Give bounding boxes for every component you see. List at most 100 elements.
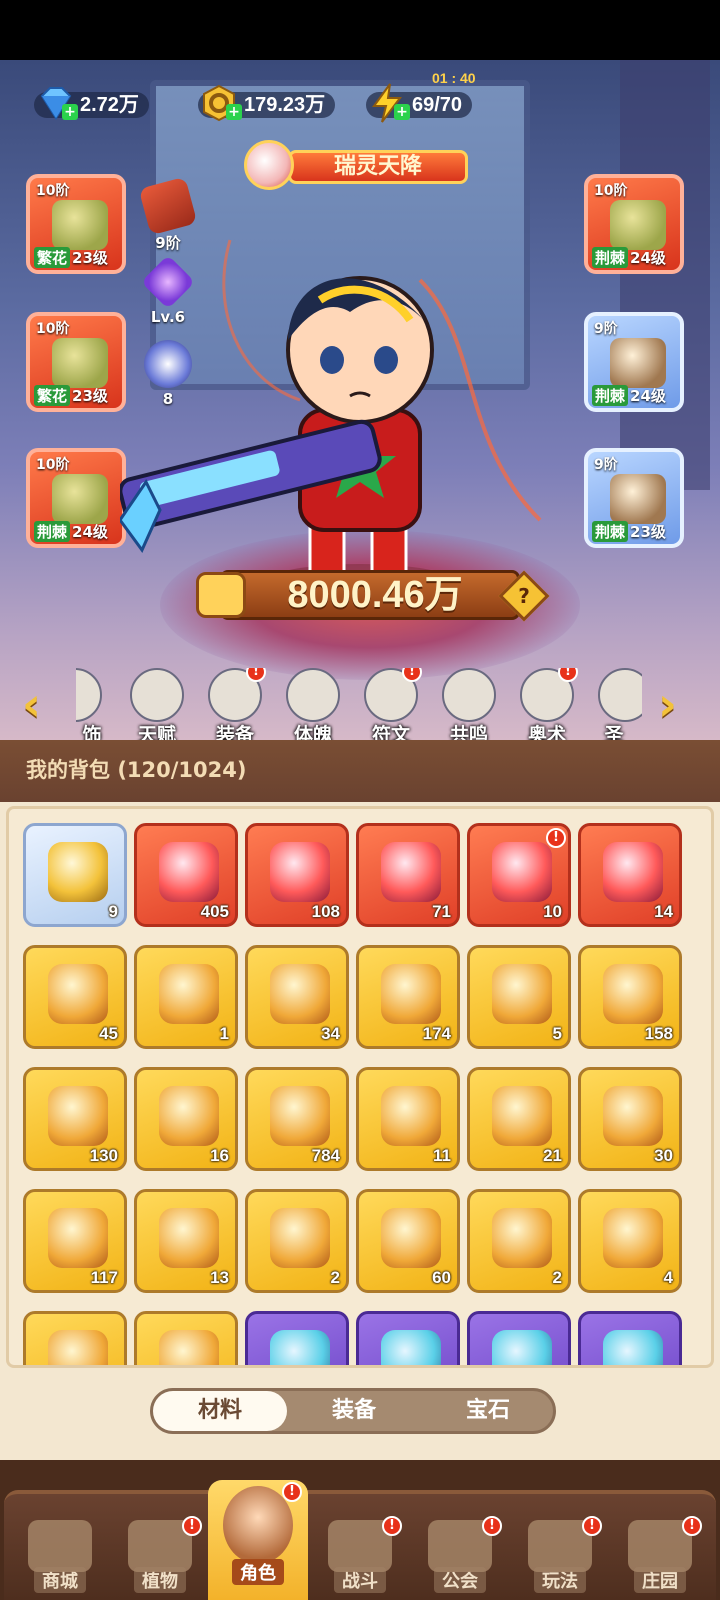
tab-equipment-bag[interactable]: 装备 bbox=[287, 1391, 421, 1431]
bag-slot[interactable]: 130 bbox=[23, 1067, 127, 1171]
bag-slot[interactable] bbox=[134, 1311, 238, 1365]
chevron-right-icon[interactable]: › bbox=[658, 681, 702, 727]
tab-label: 共鸣 bbox=[449, 724, 488, 740]
tab-materials[interactable]: 材料 bbox=[153, 1391, 287, 1431]
add-energy-icon[interactable]: + bbox=[394, 104, 410, 120]
hero-avatar-icon bbox=[223, 1486, 293, 1564]
gold-counter[interactable]: + 179.23万 bbox=[198, 84, 336, 122]
tab-resonance[interactable]: 共鸣 bbox=[434, 668, 504, 740]
tab-talent[interactable]: 天赋 bbox=[122, 668, 192, 740]
leaf-icon bbox=[492, 1330, 552, 1365]
nav-character[interactable]: ! 角色 bbox=[208, 1480, 308, 1600]
combat-power[interactable]: 8000.46万 ? bbox=[190, 562, 550, 626]
bag-slot[interactable]: 30 bbox=[578, 1067, 682, 1171]
lantern-flower-icon bbox=[603, 1208, 663, 1268]
add-gold-icon[interactable]: + bbox=[226, 104, 242, 120]
tab-ornament[interactable]: 饰 bbox=[76, 668, 110, 740]
equip-set: 荆棘 bbox=[34, 520, 71, 542]
bag-slot[interactable]: 5 bbox=[467, 945, 571, 1049]
equip-grade: 9阶 bbox=[594, 457, 618, 473]
item-count: 784 bbox=[311, 1146, 340, 1165]
tab-rune[interactable]: ! 符文 bbox=[356, 668, 426, 740]
fire-icon bbox=[159, 1330, 219, 1365]
emblem-icon bbox=[381, 1330, 441, 1365]
bag-slot[interactable]: 34 bbox=[245, 945, 349, 1049]
nav-manor[interactable]: ! 庄园 bbox=[612, 1516, 708, 1600]
holy-icon bbox=[598, 668, 642, 722]
item-count: 174 bbox=[422, 1024, 451, 1043]
bag-slot[interactable]: 71 bbox=[356, 823, 460, 927]
equip-slot-boots[interactable]: 9阶 荆棘 23级 bbox=[584, 448, 684, 548]
backpack-capacity: (120/1024) bbox=[117, 758, 247, 782]
prism-icon bbox=[603, 964, 663, 1024]
equip-slot-hat[interactable]: 10阶 繁花 23级 bbox=[26, 174, 126, 274]
bag-slot[interactable]: 2 bbox=[245, 1189, 349, 1293]
bag-slot[interactable] bbox=[467, 1311, 571, 1365]
equip-level: 23级 bbox=[72, 386, 108, 405]
item-count: 108 bbox=[311, 902, 340, 921]
add-diamond-icon[interactable]: + bbox=[62, 104, 78, 120]
tab-physique[interactable]: 体魄 bbox=[278, 668, 348, 740]
golden-bloom-icon bbox=[48, 1086, 108, 1146]
amber-gem-icon bbox=[492, 1208, 552, 1268]
event-banner[interactable]: 瑞灵天降 bbox=[238, 140, 478, 192]
hero-character[interactable] bbox=[120, 220, 550, 620]
bag-slot[interactable]: 16 bbox=[134, 1067, 238, 1171]
equip-slot-gloves[interactable]: 10阶 繁花 23级 bbox=[26, 312, 126, 412]
nav-gameplay[interactable]: ! 玩法 bbox=[512, 1516, 608, 1600]
bag-slot[interactable]: 1 bbox=[134, 945, 238, 1049]
tab-label: 饰 bbox=[82, 724, 102, 740]
item-count: 21 bbox=[543, 1146, 562, 1165]
equip-grade: 10阶 bbox=[36, 321, 70, 337]
hero-scene: + 2.72万 + 179.23万 + 69/70 01 : 40 瑞灵天降 1… bbox=[0, 60, 720, 740]
bag-slot[interactable]: 174 bbox=[356, 945, 460, 1049]
chevron-left-icon[interactable]: ‹ bbox=[22, 681, 66, 727]
tab-gems[interactable]: 宝石 bbox=[421, 1391, 555, 1431]
nav-plants[interactable]: ! 植物 bbox=[112, 1516, 208, 1600]
item-count: 2 bbox=[330, 1268, 340, 1287]
tree-icon bbox=[442, 668, 496, 722]
bag-slot[interactable]: 60 bbox=[356, 1189, 460, 1293]
bag-slot[interactable]: 405 bbox=[134, 823, 238, 927]
orange-potion-icon bbox=[270, 1086, 330, 1146]
bag-slot[interactable]: 9 bbox=[23, 823, 127, 927]
tab-arcane[interactable]: ! 奥术 bbox=[512, 668, 582, 740]
tab-equipment[interactable]: ! 装备 bbox=[200, 668, 270, 740]
equip-slot-belt[interactable]: 9阶 荆棘 24级 bbox=[584, 312, 684, 412]
bag-slot[interactable]: 158 bbox=[578, 945, 682, 1049]
owl-icon bbox=[381, 1208, 441, 1268]
bag-slot[interactable] bbox=[245, 1311, 349, 1365]
equip-set: 繁花 bbox=[34, 384, 71, 406]
bag-slot[interactable]: 108 bbox=[245, 823, 349, 927]
item-count: 16 bbox=[210, 1146, 229, 1165]
nav-battle[interactable]: ! 战斗 bbox=[312, 1516, 408, 1600]
bag-slot[interactable]: 14 bbox=[578, 823, 682, 927]
bag-slot[interactable]: 10! bbox=[467, 823, 571, 927]
bag-slot[interactable]: 2 bbox=[467, 1189, 571, 1293]
alert-badge: ! bbox=[682, 1516, 702, 1536]
bag-slot[interactable]: 11 bbox=[356, 1067, 460, 1171]
nav-shop[interactable]: 商城 bbox=[12, 1520, 108, 1600]
feature-tab-strip: 饰 天赋 ! 装备 体魄 ! 符文 共鸣 ! 奥术 圣 bbox=[76, 668, 642, 740]
feature-tabs: ‹ 饰 天赋 ! 装备 体魄 ! 符文 共鸣 ! 奥术 圣 › bbox=[0, 632, 720, 740]
equip-slot-pants[interactable]: 10阶 荆棘 24级 bbox=[26, 448, 126, 548]
nav-guild[interactable]: ! 公会 bbox=[412, 1516, 508, 1600]
key-icon bbox=[381, 964, 441, 1024]
equip-set: 荆棘 bbox=[592, 384, 629, 406]
bag-slot[interactable] bbox=[23, 1311, 127, 1365]
energy-counter[interactable]: + 69/70 bbox=[366, 83, 473, 123]
equip-slot-armor[interactable]: 10阶 荆棘 24级 bbox=[584, 174, 684, 274]
bag-slot[interactable]: 13 bbox=[134, 1189, 238, 1293]
bag-slot[interactable]: 21 bbox=[467, 1067, 571, 1171]
bag-slot[interactable]: 784 bbox=[245, 1067, 349, 1171]
bag-slot[interactable]: 4 bbox=[578, 1189, 682, 1293]
bag-slot[interactable] bbox=[356, 1311, 460, 1365]
help-mark: ? bbox=[518, 584, 530, 608]
bag-slot[interactable] bbox=[578, 1311, 682, 1365]
bag-slot[interactable]: 45 bbox=[23, 945, 127, 1049]
tab-holy[interactable]: 圣 bbox=[590, 668, 642, 740]
diamond-counter[interactable]: + 2.72万 bbox=[34, 87, 149, 120]
spell-book-icon bbox=[159, 1208, 219, 1268]
bag-slot[interactable]: 117 bbox=[23, 1189, 127, 1293]
item-count: 9 bbox=[108, 902, 118, 921]
